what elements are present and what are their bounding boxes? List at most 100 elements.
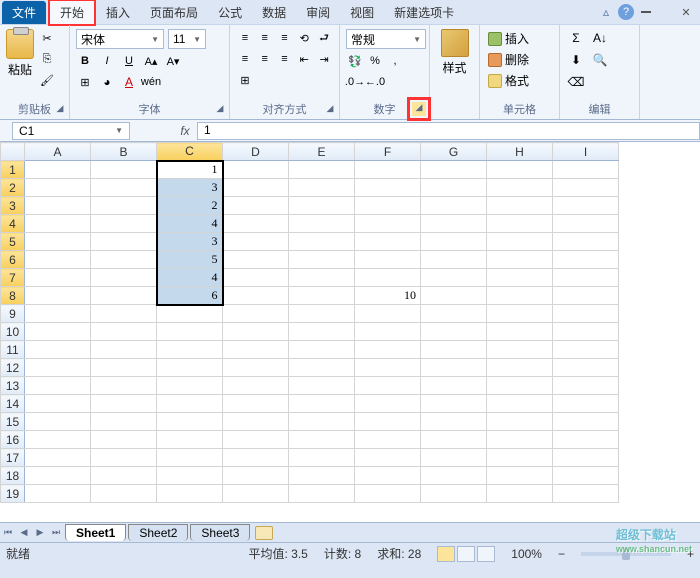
- column-header[interactable]: D: [223, 143, 289, 161]
- cell[interactable]: [25, 377, 91, 395]
- font-size-combo[interactable]: 11 ▼: [168, 29, 206, 49]
- view-page-layout-button[interactable]: [457, 546, 475, 562]
- row-header[interactable]: 9: [1, 305, 25, 323]
- cell[interactable]: [421, 215, 487, 233]
- cell[interactable]: [421, 161, 487, 179]
- row-header[interactable]: 8: [1, 287, 25, 305]
- cell[interactable]: [289, 323, 355, 341]
- fill-button[interactable]: ⬇: [566, 51, 586, 69]
- view-page-break-button[interactable]: [477, 546, 495, 562]
- cell[interactable]: [223, 341, 289, 359]
- cell[interactable]: [91, 341, 157, 359]
- cell[interactable]: 4: [157, 215, 223, 233]
- column-header[interactable]: H: [487, 143, 553, 161]
- tab-nav-prev[interactable]: ◀: [16, 527, 32, 538]
- cell[interactable]: [91, 251, 157, 269]
- cell[interactable]: [487, 287, 553, 305]
- view-normal-button[interactable]: [437, 546, 455, 562]
- menu-data[interactable]: 数据: [252, 1, 296, 24]
- cell[interactable]: 2: [157, 197, 223, 215]
- cell[interactable]: [487, 251, 553, 269]
- column-header[interactable]: C: [157, 143, 223, 161]
- cell[interactable]: [553, 161, 619, 179]
- inner-restore-icon[interactable]: [658, 4, 674, 20]
- cell[interactable]: [553, 359, 619, 377]
- italic-button[interactable]: I: [98, 52, 116, 70]
- cell[interactable]: [421, 467, 487, 485]
- row-header[interactable]: 19: [1, 485, 25, 503]
- align-left-button[interactable]: ≡: [236, 50, 254, 68]
- column-header[interactable]: A: [25, 143, 91, 161]
- cell[interactable]: [289, 161, 355, 179]
- cell[interactable]: [421, 305, 487, 323]
- row-header[interactable]: 4: [1, 215, 25, 233]
- cell[interactable]: [223, 395, 289, 413]
- delete-cells-button[interactable]: 删除: [486, 50, 553, 69]
- cell[interactable]: 3: [157, 233, 223, 251]
- tab-nav-first[interactable]: ⏮: [0, 527, 16, 538]
- border-button[interactable]: ⊞: [76, 73, 94, 91]
- clipboard-dialog-launcher[interactable]: ◢: [53, 103, 67, 117]
- cell[interactable]: [223, 161, 289, 179]
- cell[interactable]: [289, 467, 355, 485]
- row-header[interactable]: 7: [1, 269, 25, 287]
- cell[interactable]: [25, 359, 91, 377]
- zoom-out-button[interactable]: −: [558, 547, 565, 561]
- cell[interactable]: [91, 215, 157, 233]
- row-header[interactable]: 12: [1, 359, 25, 377]
- cell[interactable]: [223, 305, 289, 323]
- cell[interactable]: [289, 233, 355, 251]
- cell[interactable]: [355, 215, 421, 233]
- align-top-button[interactable]: ≡: [236, 29, 254, 47]
- cell[interactable]: [421, 323, 487, 341]
- menu-home[interactable]: 开始: [50, 1, 94, 24]
- cell[interactable]: [553, 323, 619, 341]
- cell[interactable]: [421, 233, 487, 251]
- cell[interactable]: [223, 449, 289, 467]
- cell[interactable]: [553, 395, 619, 413]
- cell[interactable]: [91, 449, 157, 467]
- cell[interactable]: [553, 413, 619, 431]
- cell[interactable]: [553, 467, 619, 485]
- cell[interactable]: [25, 341, 91, 359]
- cell[interactable]: [25, 161, 91, 179]
- cell[interactable]: [421, 287, 487, 305]
- cell[interactable]: [355, 413, 421, 431]
- help-icon[interactable]: ?: [618, 4, 634, 20]
- cell[interactable]: [553, 269, 619, 287]
- cell[interactable]: [421, 377, 487, 395]
- cell[interactable]: [487, 485, 553, 503]
- cell[interactable]: [421, 179, 487, 197]
- cell[interactable]: [355, 179, 421, 197]
- spreadsheet-grid[interactable]: ABCDEFGHI1123324453657486109101112131415…: [0, 142, 619, 503]
- font-color-button[interactable]: A: [120, 73, 138, 91]
- cell[interactable]: 4: [157, 269, 223, 287]
- cell[interactable]: [289, 449, 355, 467]
- row-header[interactable]: 1: [1, 161, 25, 179]
- cell[interactable]: [25, 305, 91, 323]
- row-header[interactable]: 18: [1, 467, 25, 485]
- worksheet-area[interactable]: ABCDEFGHI1123324453657486109101112131415…: [0, 142, 700, 522]
- menu-new-tab[interactable]: 新建选项卡: [384, 1, 464, 24]
- row-header[interactable]: 14: [1, 395, 25, 413]
- cell[interactable]: [25, 215, 91, 233]
- menu-file[interactable]: 文件: [2, 1, 46, 24]
- cell[interactable]: [91, 197, 157, 215]
- cell[interactable]: [25, 467, 91, 485]
- cell[interactable]: [223, 431, 289, 449]
- cell[interactable]: [487, 359, 553, 377]
- row-header[interactable]: 5: [1, 233, 25, 251]
- row-header[interactable]: 11: [1, 341, 25, 359]
- cell[interactable]: [25, 431, 91, 449]
- cell[interactable]: [289, 251, 355, 269]
- column-header[interactable]: F: [355, 143, 421, 161]
- wrap-text-button[interactable]: ⮐: [315, 29, 333, 47]
- row-header[interactable]: 3: [1, 197, 25, 215]
- cell[interactable]: [421, 395, 487, 413]
- cell[interactable]: [553, 377, 619, 395]
- cell[interactable]: [223, 485, 289, 503]
- cell[interactable]: [91, 161, 157, 179]
- cell[interactable]: [289, 431, 355, 449]
- increase-indent-button[interactable]: ⇥: [315, 50, 333, 68]
- autosum-button[interactable]: Σ: [566, 29, 586, 47]
